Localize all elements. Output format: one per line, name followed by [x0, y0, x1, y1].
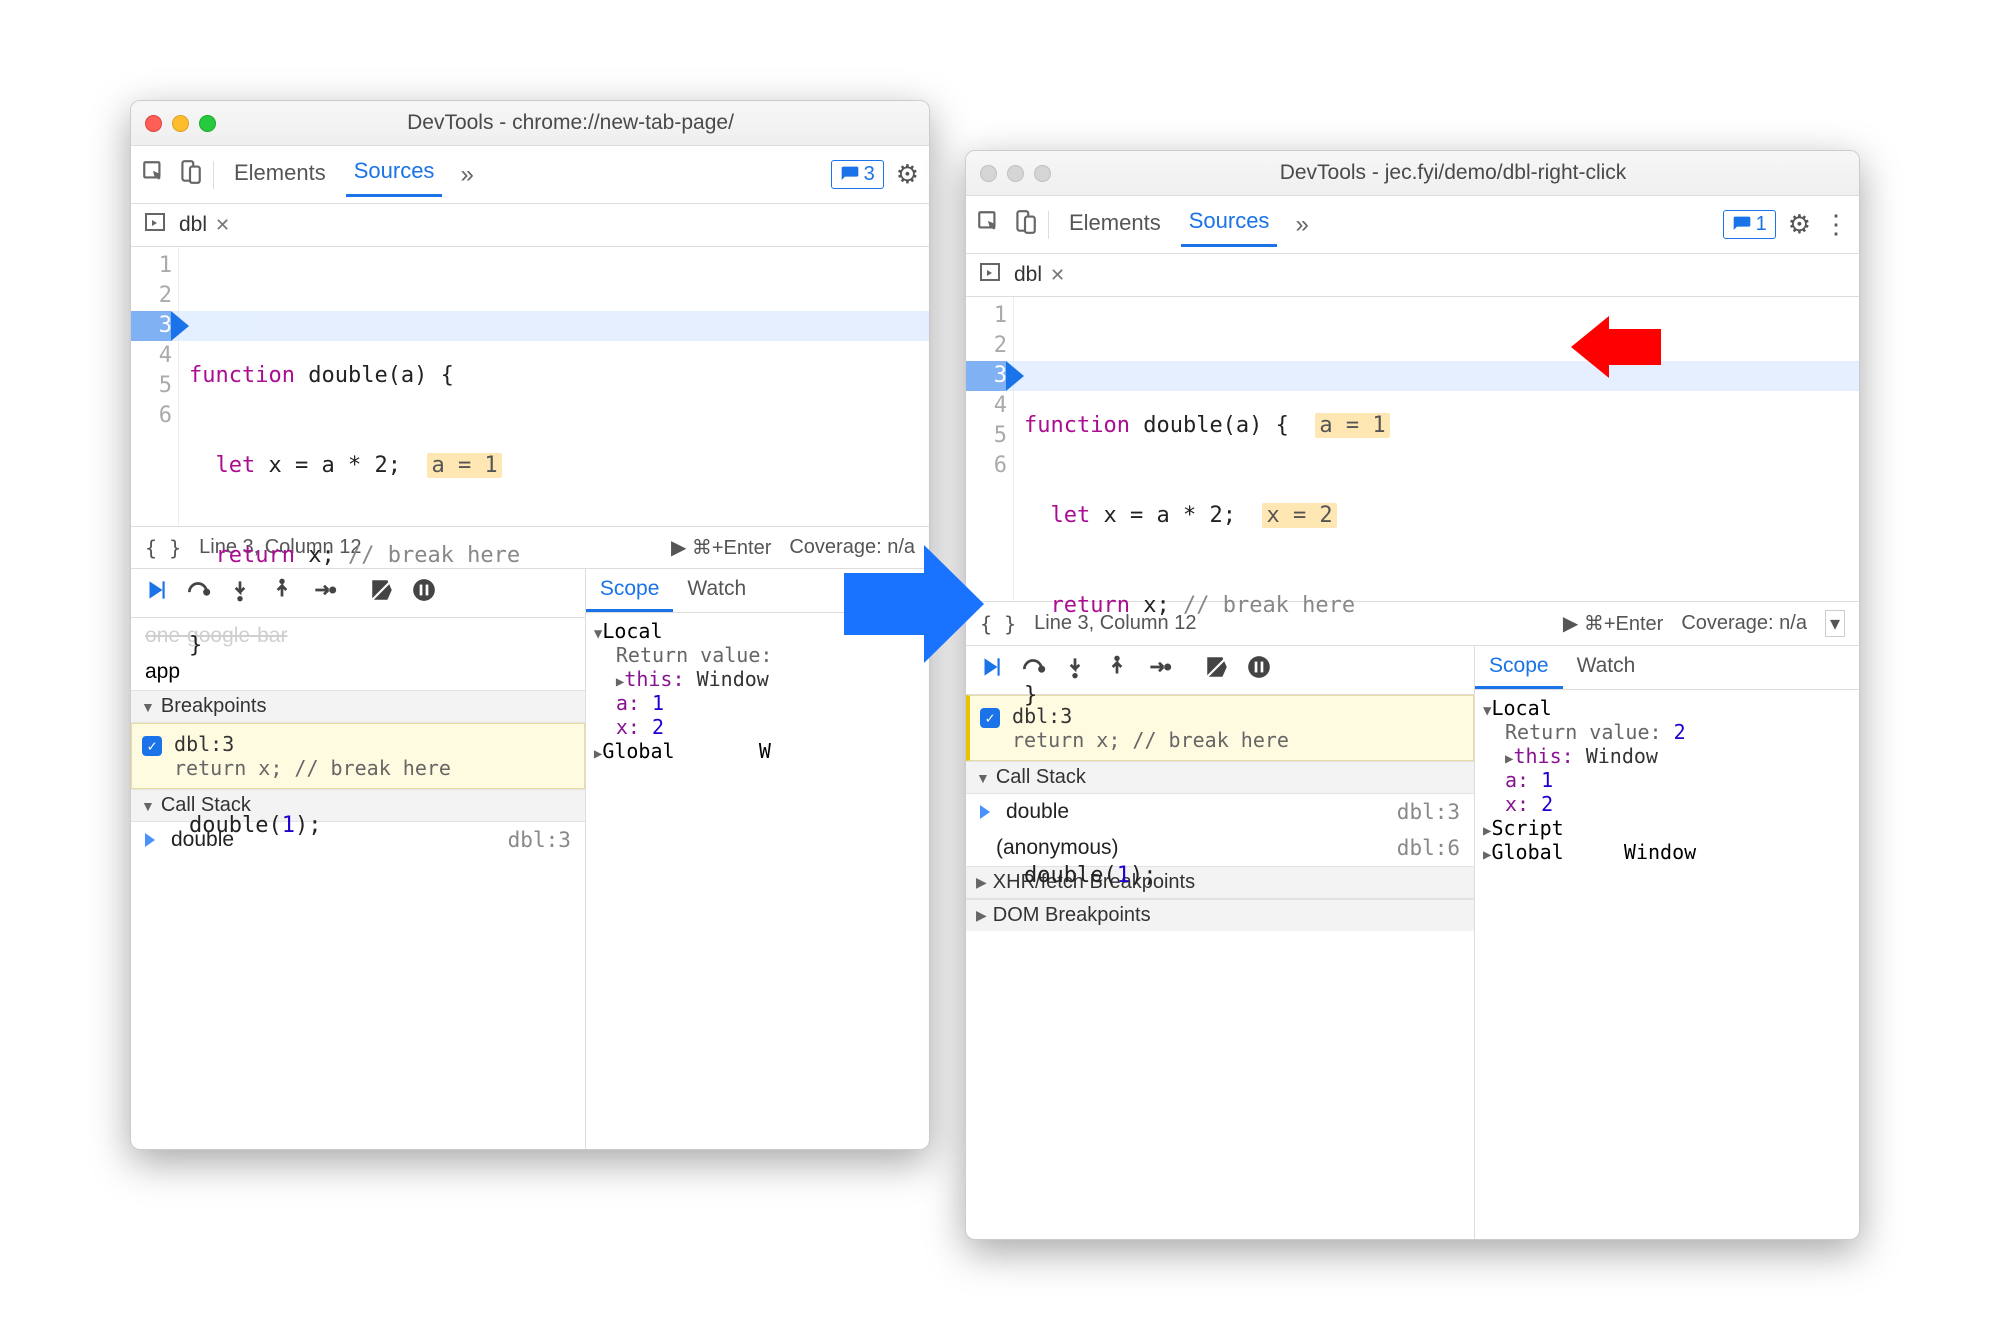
minimize-icon[interactable]	[172, 115, 189, 132]
resume-icon[interactable]	[143, 577, 169, 609]
file-tab-dbl[interactable]: dbl ✕	[1014, 263, 1065, 287]
navigator-toggle-icon[interactable]	[143, 210, 167, 240]
breakpoint-checkbox[interactable]	[142, 736, 162, 756]
tab-sources[interactable]: Sources	[1181, 202, 1278, 247]
tab-elements[interactable]: Elements	[1061, 204, 1169, 246]
navigator-toggle-icon[interactable]	[978, 260, 1002, 290]
window-title: DevTools - chrome://new-tab-page/	[226, 111, 915, 135]
issues-count: 3	[864, 163, 875, 186]
separator	[1048, 211, 1049, 239]
devtools-window-2: DevTools - jec.fyi/demo/dbl-right-click …	[965, 150, 1860, 1240]
kebab-icon[interactable]: ⋮	[1823, 209, 1849, 240]
code-editor[interactable]: 1 2 3 4 5 6 function double(a) { let x =…	[131, 247, 929, 527]
inspect-icon[interactable]	[141, 159, 165, 191]
code-area[interactable]: function double(a) { let x = a * 2; a = …	[179, 247, 929, 526]
pretty-print-icon[interactable]: { }	[980, 612, 1016, 636]
separator	[213, 161, 214, 189]
line-gutter[interactable]: 1 2 3 4 5 6	[131, 247, 179, 526]
more-tabs-icon[interactable]: »	[454, 161, 479, 189]
titlebar: DevTools - chrome://new-tab-page/	[131, 101, 929, 146]
more-tabs-icon[interactable]: »	[1289, 211, 1314, 239]
issues-badge[interactable]: 3	[831, 160, 884, 189]
traffic-lights	[980, 165, 1051, 182]
issues-count: 1	[1756, 213, 1767, 236]
breakpoint-checkbox[interactable]	[980, 708, 1000, 728]
close-tab-icon[interactable]: ✕	[1050, 265, 1065, 286]
file-tab-dbl[interactable]: dbl ✕	[179, 213, 230, 237]
main-toolbar: Elements Sources » 3 ⚙	[131, 146, 929, 204]
gear-icon[interactable]: ⚙	[896, 159, 919, 190]
tab-sources[interactable]: Sources	[346, 152, 443, 197]
device-icon[interactable]	[177, 159, 201, 191]
device-icon[interactable]	[1012, 209, 1036, 241]
close-icon[interactable]	[145, 115, 162, 132]
window-title: DevTools - jec.fyi/demo/dbl-right-click	[1061, 161, 1845, 185]
minimize-icon[interactable]	[1007, 165, 1024, 182]
code-editor[interactable]: 1 2 3 4 5 6 function double(a) { a = 1 l…	[966, 297, 1859, 602]
gear-icon[interactable]: ⚙	[1788, 209, 1811, 240]
titlebar: DevTools - jec.fyi/demo/dbl-right-click	[966, 151, 1859, 196]
inspect-icon[interactable]	[976, 209, 1000, 241]
close-icon[interactable]	[980, 165, 997, 182]
file-tab-label: dbl	[179, 213, 207, 237]
traffic-lights	[145, 115, 216, 132]
inline-value-a: a = 1	[1315, 413, 1389, 438]
file-tab-label: dbl	[1014, 263, 1042, 287]
zoom-icon[interactable]	[199, 115, 216, 132]
main-toolbar: Elements Sources » 1 ⚙ ⋮	[966, 196, 1859, 254]
file-tab-bar: dbl ✕	[131, 204, 929, 247]
code-area[interactable]: function double(a) { a = 1 let x = a * 2…	[1014, 297, 1859, 601]
devtools-window-1: DevTools - chrome://new-tab-page/ Elemen…	[130, 100, 930, 1150]
tab-elements[interactable]: Elements	[226, 154, 334, 196]
zoom-icon[interactable]	[1034, 165, 1051, 182]
inline-value-a: a = 1	[427, 453, 501, 478]
file-tab-bar: dbl ✕	[966, 254, 1859, 297]
issues-badge[interactable]: 1	[1723, 210, 1776, 239]
inline-value-x: x = 2	[1262, 503, 1336, 528]
pretty-print-icon[interactable]: { }	[145, 536, 181, 560]
close-tab-icon[interactable]: ✕	[215, 215, 230, 236]
